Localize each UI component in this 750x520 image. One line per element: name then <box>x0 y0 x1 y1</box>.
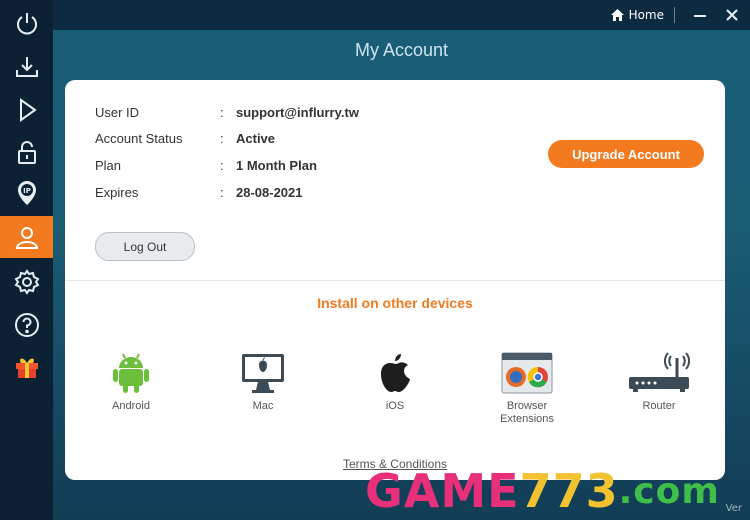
download-icon <box>15 57 38 77</box>
device-browser-extensions[interactable]: Browser Extensions <box>482 348 572 426</box>
sidebar-item-unlock[interactable] <box>0 132 53 174</box>
field-separator: : <box>220 131 224 146</box>
mac-monitor-icon <box>242 354 284 393</box>
section-divider <box>65 280 725 281</box>
device-mac[interactable]: Mac <box>218 348 308 413</box>
device-label: Android <box>112 400 150 412</box>
sidebar-item-help[interactable] <box>0 304 53 346</box>
device-label: Browser Extensions <box>500 400 554 425</box>
upgrade-account-button[interactable]: Upgrade Account <box>548 140 704 168</box>
watermark-part-a: GAME <box>365 464 520 518</box>
field-value: 28-08-2021 <box>236 185 303 200</box>
home-button[interactable]: Home <box>610 6 664 24</box>
field-value: Active <box>236 131 276 146</box>
field-value: support@influrry.tw <box>236 105 359 120</box>
device-router[interactable]: Router <box>614 348 704 413</box>
field-label: Expires <box>95 185 139 200</box>
watermark: GAME 773 .com <box>365 462 720 520</box>
install-title: Install on other devices <box>317 295 473 311</box>
sidebar-item-download[interactable] <box>0 46 53 88</box>
field-separator: : <box>220 105 224 120</box>
sidebar-item-settings[interactable] <box>0 261 53 303</box>
sidebar-item-ip[interactable]: IP <box>0 172 53 214</box>
field-label: User ID <box>95 105 140 120</box>
field-separator: : <box>220 185 224 200</box>
home-icon <box>610 9 624 21</box>
close-button[interactable] <box>724 7 740 23</box>
gift-icon <box>15 358 38 378</box>
device-android[interactable]: Android <box>86 348 176 413</box>
device-label: Router <box>642 400 676 412</box>
field-separator: : <box>220 158 224 173</box>
watermark-part-b: 773 <box>519 464 619 518</box>
device-label: Mac <box>252 400 274 412</box>
user-icon <box>15 227 38 249</box>
account-card: User ID : support@influrry.tw Account St… <box>65 80 725 480</box>
browser-extensions-icon <box>501 352 553 394</box>
ip-location-icon: IP <box>17 181 36 205</box>
gear-icon <box>14 269 39 295</box>
title-bar: Home <box>53 0 750 30</box>
apple-icon <box>381 354 410 392</box>
sidebar-item-account[interactable] <box>0 216 53 258</box>
sidebar: IP <box>0 0 53 520</box>
version-label: Ver <box>725 503 742 514</box>
close-icon <box>726 9 738 21</box>
android-icon <box>113 353 149 393</box>
device-label: iOS <box>385 400 405 412</box>
field-label: Account Status <box>95 131 183 146</box>
log-out-button[interactable]: Log Out <box>95 232 195 261</box>
help-icon <box>14 313 39 337</box>
minimize-button[interactable] <box>692 7 708 23</box>
field-value: 1 Month Plan <box>236 158 317 173</box>
minimize-icon <box>694 15 706 17</box>
power-icon <box>16 13 37 35</box>
field-label: Plan <box>95 158 122 173</box>
unlock-icon <box>17 141 36 164</box>
sidebar-item-play[interactable] <box>0 89 53 131</box>
device-ios[interactable]: iOS <box>350 348 440 413</box>
title-bar-divider <box>674 7 675 23</box>
page-title: My Account <box>354 40 449 60</box>
watermark-part-c: .com <box>618 470 720 512</box>
sidebar-item-gift[interactable] <box>0 346 53 388</box>
sidebar-item-power[interactable] <box>0 3 53 45</box>
home-label: Home <box>628 8 664 22</box>
play-icon <box>19 98 37 122</box>
router-icon <box>629 352 690 392</box>
svg-text:IP: IP <box>23 187 31 195</box>
